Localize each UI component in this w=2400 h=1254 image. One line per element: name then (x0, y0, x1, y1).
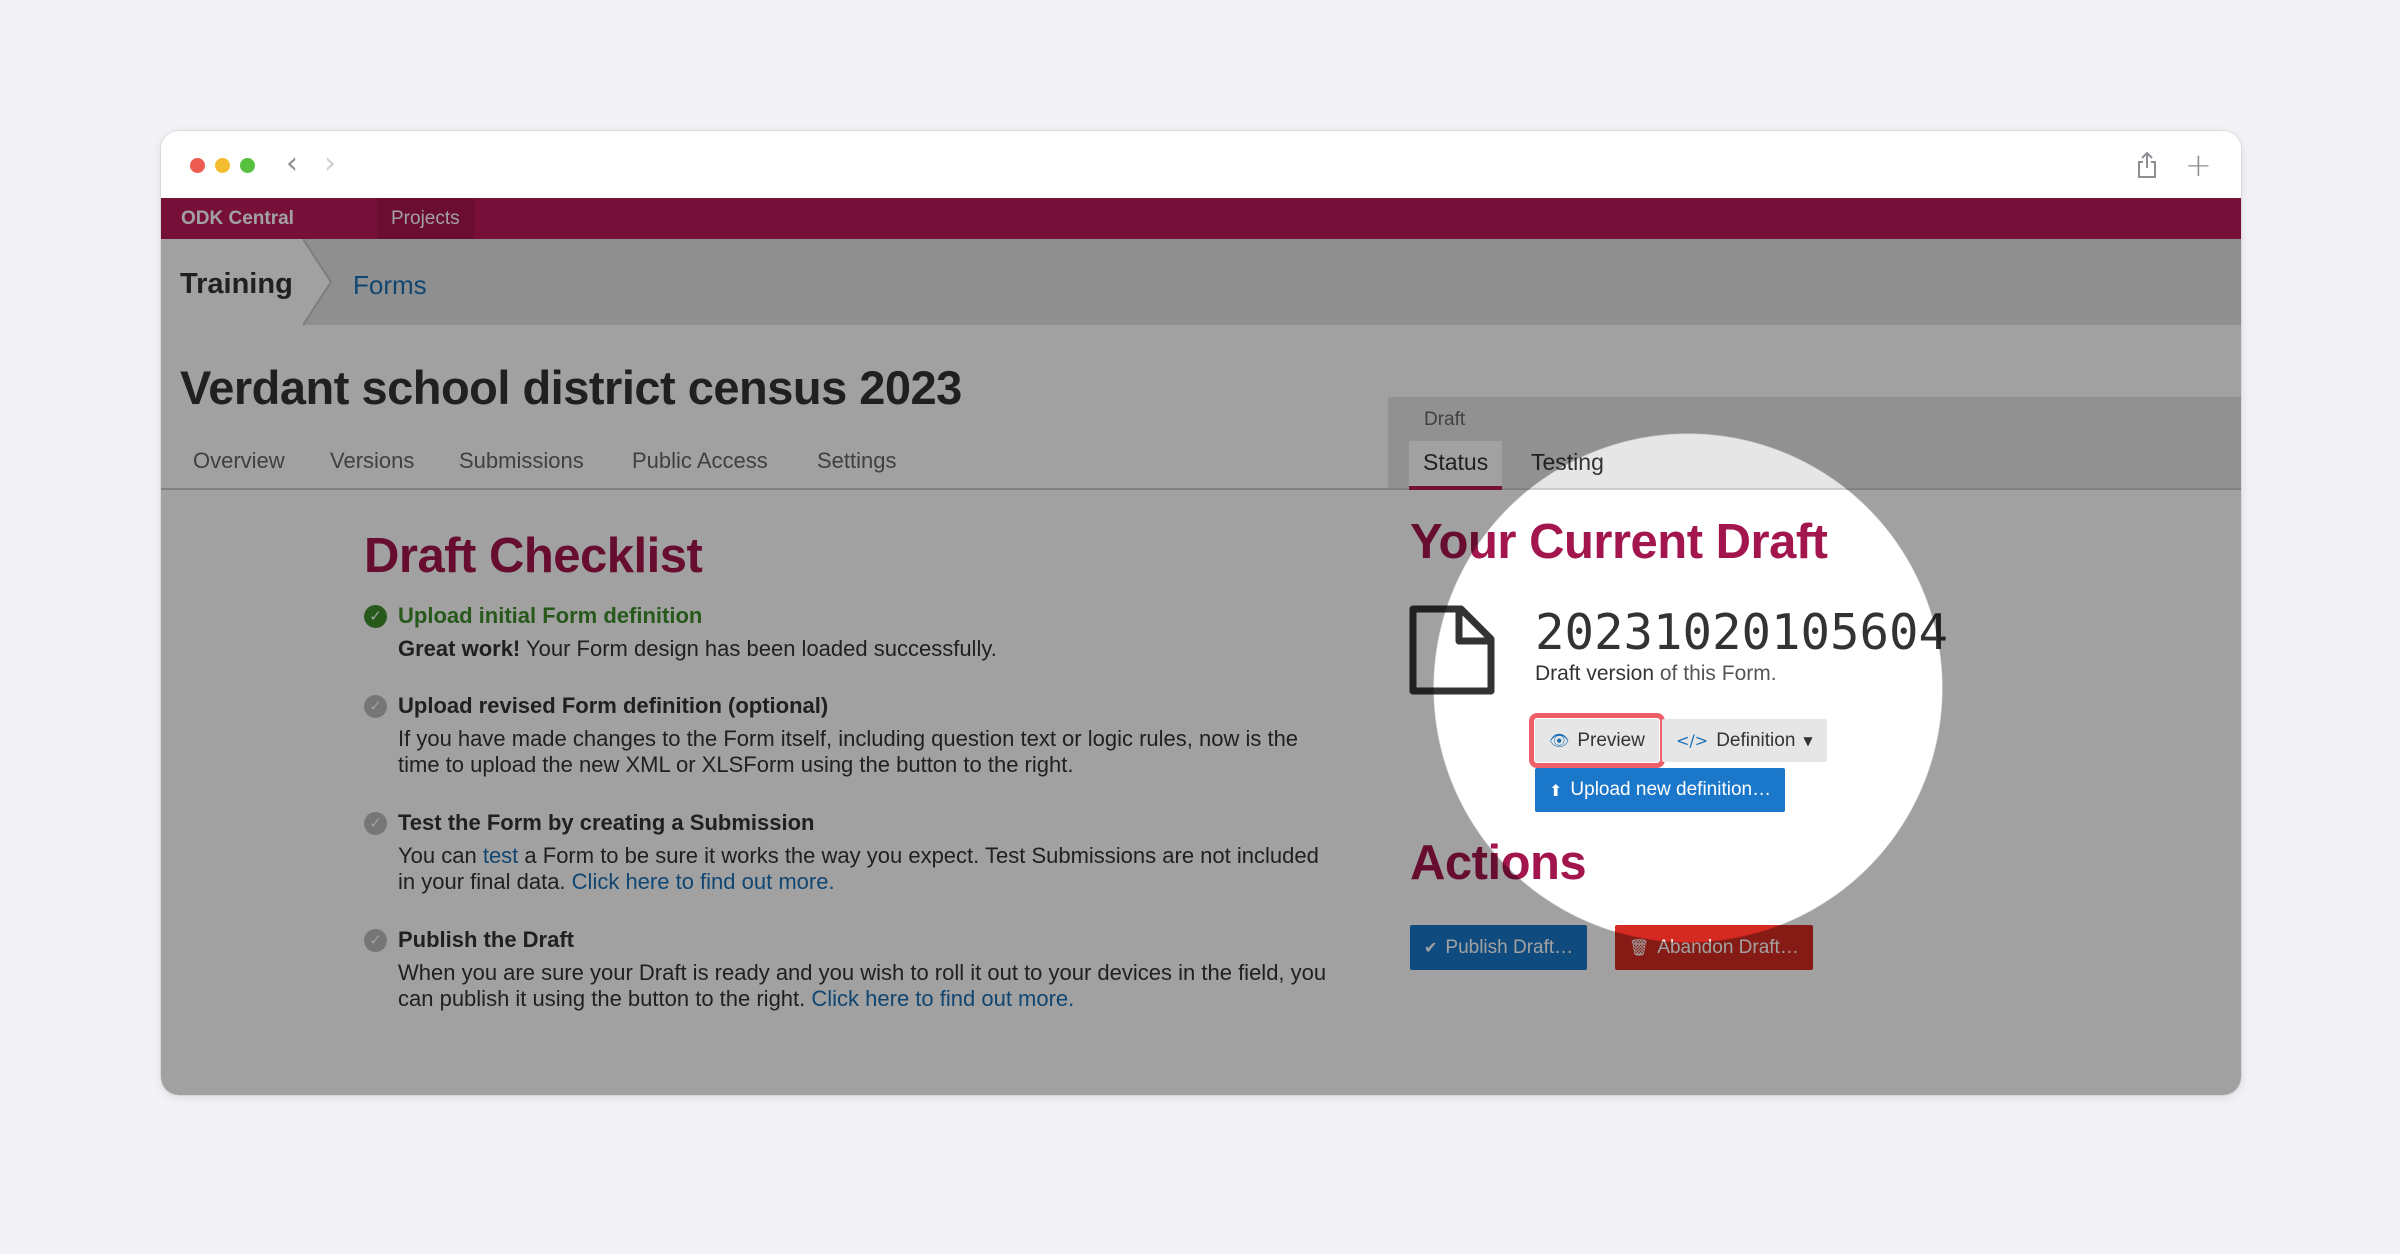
body-line: If you have made changes to the Form its… (398, 726, 1299, 751)
tab-settings[interactable]: Settings (817, 448, 897, 474)
tab-versions[interactable]: Versions (330, 448, 414, 474)
actions-heading: Actions (1410, 836, 1587, 890)
checklist-item-body: If you have made changes to the Form its… (398, 726, 1358, 778)
definition-dropdown-button[interactable]: </> Definition ▼ (1662, 719, 1827, 762)
caption-strong: Draft version (1535, 662, 1655, 685)
body-line: time to upload the new XML or XLSForm us… (398, 752, 1074, 777)
check-icon: ✓ (364, 812, 387, 835)
tab-submissions[interactable]: Submissions (459, 448, 584, 474)
body-text: can publish it using the button to the r… (398, 986, 812, 1011)
upload-icon: ⬆ (1549, 780, 1563, 800)
abandon-draft-button[interactable]: 🗑 Abandon Draft… (1615, 925, 1813, 970)
body-text: Your Form design has been loaded success… (520, 636, 997, 661)
zoom-window-button[interactable] (240, 158, 255, 173)
body-text: a Form to be sure it works the way you e… (518, 843, 1319, 868)
checklist-item-title: Test the Form by creating a Submission (398, 810, 815, 835)
code-icon: </> (1676, 731, 1709, 750)
upload-label: Upload new definition… (1570, 779, 1772, 800)
tab-draft-status[interactable]: Status (1409, 441, 1503, 490)
preview-label: Preview (1577, 729, 1645, 751)
publish-draft-button[interactable]: ✔ Publish Draft… (1410, 925, 1588, 970)
test-link[interactable]: test (483, 843, 518, 868)
browser-window: ‹ › + ODK Central Projects Training Form… (161, 131, 2241, 1095)
checklist-item-body: When you are sure your Draft is ready an… (398, 960, 1358, 1012)
tab-overview[interactable]: Overview (193, 448, 285, 474)
eye-icon: 👁 (1549, 731, 1570, 750)
checklist-heading: Draft Checklist (364, 529, 703, 583)
body-text: in your final data. (398, 869, 572, 894)
checklist-item-body: You can test a Form to be sure it works … (398, 843, 1358, 895)
trash-icon: 🗑 (1629, 938, 1650, 957)
upload-definition-button[interactable]: ⬆ Upload new definition… (1535, 768, 1786, 812)
breadcrumb-chevron-icon (303, 239, 333, 325)
breadcrumb (161, 239, 2241, 325)
definition-label: Definition (1716, 729, 1796, 751)
chevron-left-icon[interactable]: ‹ (286, 149, 298, 179)
publish-label: Publish Draft… (1445, 936, 1574, 958)
caption-text: of this Form. (1654, 662, 1777, 685)
close-window-button[interactable] (190, 158, 205, 173)
check-icon: ✓ (364, 929, 387, 952)
chevron-right-icon[interactable]: › (324, 149, 336, 179)
breadcrumb-forms-link[interactable]: Forms (353, 270, 427, 301)
draft-label: Draft (1424, 409, 1466, 430)
page-title: Verdant school district census 2023 (180, 361, 962, 414)
check-icon: ✔ (1424, 938, 1438, 957)
find-out-more-link[interactable]: Click here to find out more. (811, 986, 1074, 1011)
body-strong: Great work! (398, 636, 521, 661)
draft-version-number: 20231020105604 (1535, 604, 1949, 661)
body-line: When you are sure your Draft is ready an… (398, 960, 1327, 985)
browser-titlebar: ‹ › + (161, 131, 2241, 198)
minimize-window-button[interactable] (215, 158, 230, 173)
draft-tabs-panel: Draft Status Testing (1388, 397, 2241, 490)
checklist-item-title: Upload initial Form definition (398, 603, 703, 628)
tab-draft-testing[interactable]: Testing (1531, 449, 1604, 476)
plus-icon[interactable]: + (2185, 149, 2212, 181)
top-navbar: ODK Central Projects (161, 198, 2241, 239)
draft-version-caption: Draft version of this Form. (1535, 662, 1777, 686)
check-icon: ✓ (364, 605, 387, 628)
checklist-item-title: Upload revised Form definition (optional… (398, 693, 829, 718)
body-text: You can (398, 843, 483, 868)
file-icon (1409, 605, 1495, 695)
share-icon[interactable] (2137, 151, 2157, 179)
form-tabs: Overview Versions Submissions Public Acc… (161, 448, 1388, 490)
caret-down-icon: ▼ (1803, 733, 1813, 748)
find-out-more-link[interactable]: Click here to find out more. (572, 869, 835, 894)
tab-public-access[interactable]: Public Access (632, 448, 768, 474)
preview-button[interactable]: 👁 Preview (1529, 713, 1665, 768)
check-icon: ✓ (364, 695, 387, 718)
brand-link[interactable]: ODK Central (181, 208, 294, 230)
current-draft-heading: Your Current Draft (1410, 515, 1828, 569)
abandon-label: Abandon Draft… (1657, 936, 1799, 958)
page-content: ODK Central Projects Training Forms Verd… (161, 198, 2241, 1095)
breadcrumb-pointer-icon (185, 325, 213, 339)
checklist-item-title: Publish the Draft (398, 927, 575, 952)
checklist-item-body: Great work! Your Form design has been lo… (398, 636, 1358, 662)
nav-projects-link[interactable]: Projects (377, 198, 474, 239)
breadcrumb-project[interactable]: Training (180, 268, 293, 301)
